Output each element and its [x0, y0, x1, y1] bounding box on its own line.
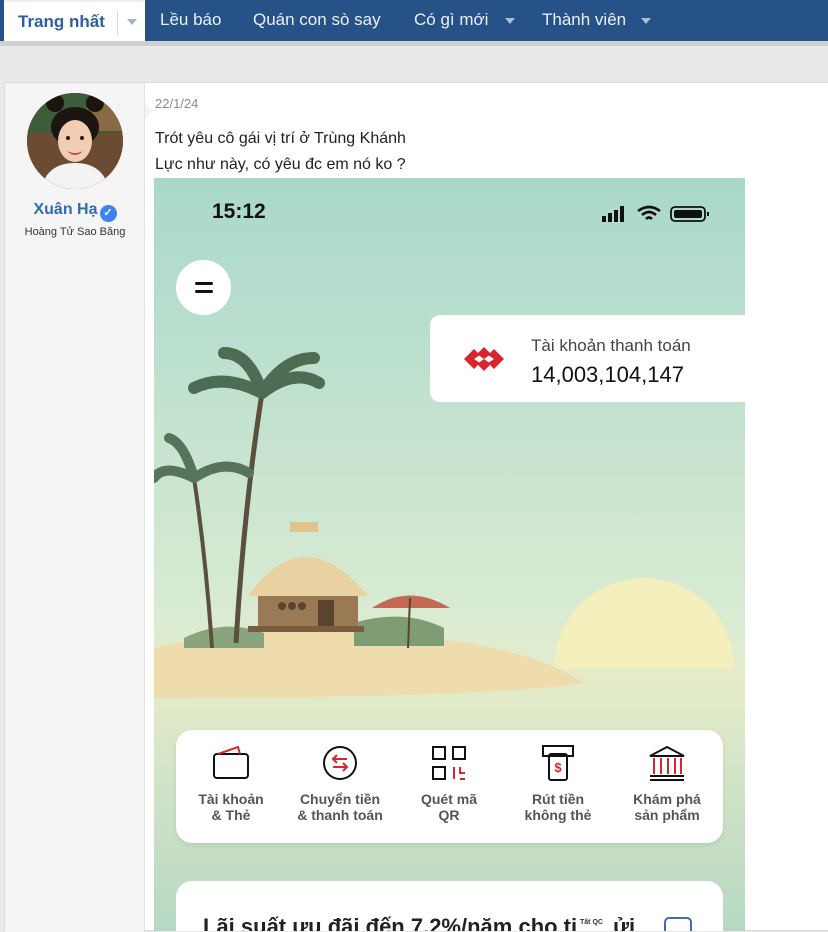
post-date[interactable]: 22/1/24 [155, 96, 198, 111]
nav-tab-home-label: Trang nhất [18, 12, 105, 31]
username[interactable]: Xuân Hạ [33, 201, 97, 218]
action-label: Rút tiền [531, 791, 585, 807]
bank-icon [649, 745, 685, 781]
post-user-panel: Xuân Hạ ✓ Hoàng Tử Sao Băng [5, 83, 145, 932]
top-nav: Trang nhất Lều báo Quán con sò say Có gì… [0, 0, 828, 41]
user-title: Hoàng Tử Sao Băng [24, 226, 126, 238]
account-balance: 14,003,104,147 [531, 362, 684, 387]
action-label: & thanh toán [297, 807, 383, 823]
action-label: Quét mã [420, 791, 477, 807]
qr-icon [432, 746, 466, 780]
chevron-down-icon[interactable] [127, 19, 137, 25]
bank-logo-icon [464, 347, 504, 371]
post-arrow [145, 103, 153, 119]
promo-ad-tag: Tất QC [580, 919, 603, 926]
chevron-down-icon[interactable] [505, 18, 515, 24]
action-accounts-cards[interactable]: Tài khoản & Thẻ [176, 730, 286, 843]
quick-actions-bar: Tài khoản & Thẻ Chuyển tiền & thanh toán… [176, 730, 723, 843]
action-label: sản phẩm [634, 807, 700, 823]
post-text-line: Trót yêu cô gái vị trí ở Trùng Khánh [155, 130, 406, 147]
nav-divider [117, 10, 118, 36]
nav-tab-leu-bao[interactable]: Lều báo [160, 10, 221, 30]
action-label: Khám phá [633, 791, 701, 807]
atm-icon: $ [542, 745, 574, 781]
avatar[interactable] [27, 93, 123, 189]
hamburger-menu-button[interactable] [176, 260, 231, 315]
nav-substrip [0, 41, 828, 46]
nav-tab-quan-con-so-say[interactable]: Quán con sò say [253, 10, 381, 30]
signal-wifi-battery-icon [602, 205, 709, 222]
username-row[interactable]: Xuân Hạ ✓ [5, 201, 145, 222]
check-badge-icon: ✓ [99, 205, 117, 222]
account-label: Tài khoản thanh toán [531, 336, 691, 355]
status-time: 15:12 [212, 200, 266, 223]
post-text-line: Lực như này, có yêu đc em nó ko ? [155, 156, 406, 173]
nav-tab-home[interactable]: Trang nhất [4, 0, 145, 41]
attached-screenshot[interactable]: 15:12 Tài khoản thanh toán 14,003,104,14… [154, 178, 745, 931]
action-label: QR [438, 807, 460, 823]
nav-tab-co-gi-moi[interactable]: Có gì mới [414, 10, 488, 30]
action-cardless-withdraw[interactable]: $ Rút tiền không thẻ [503, 730, 613, 843]
chevron-down-icon[interactable] [641, 18, 651, 24]
svg-text:$: $ [554, 760, 562, 775]
promo-text: Lãi suất ưu đãi đến 7,2%/năm cho ti ửi [203, 914, 636, 931]
action-label: Tài khoản [198, 791, 264, 807]
promo-banner[interactable]: Lãi suất ưu đãi đến 7,2%/năm cho ti ửi Tấ… [176, 881, 723, 931]
action-label: & Thẻ [211, 807, 251, 823]
transfer-icon [323, 746, 357, 780]
nav-tab-thanh-vien[interactable]: Thành viên [542, 10, 626, 30]
action-transfer[interactable]: Chuyển tiền & thanh toán [285, 730, 395, 843]
action-scan-qr[interactable]: Quét mã QR [394, 730, 504, 843]
action-label: không thẻ [524, 807, 592, 823]
promo-info-icon[interactable] [664, 917, 692, 931]
action-label: Chuyển tiền [299, 791, 381, 807]
wallet-icon [213, 745, 249, 779]
account-card[interactable]: Tài khoản thanh toán 14,003,104,147 [430, 315, 745, 402]
action-explore-products[interactable]: Khám phá sản phẩm [612, 730, 722, 843]
